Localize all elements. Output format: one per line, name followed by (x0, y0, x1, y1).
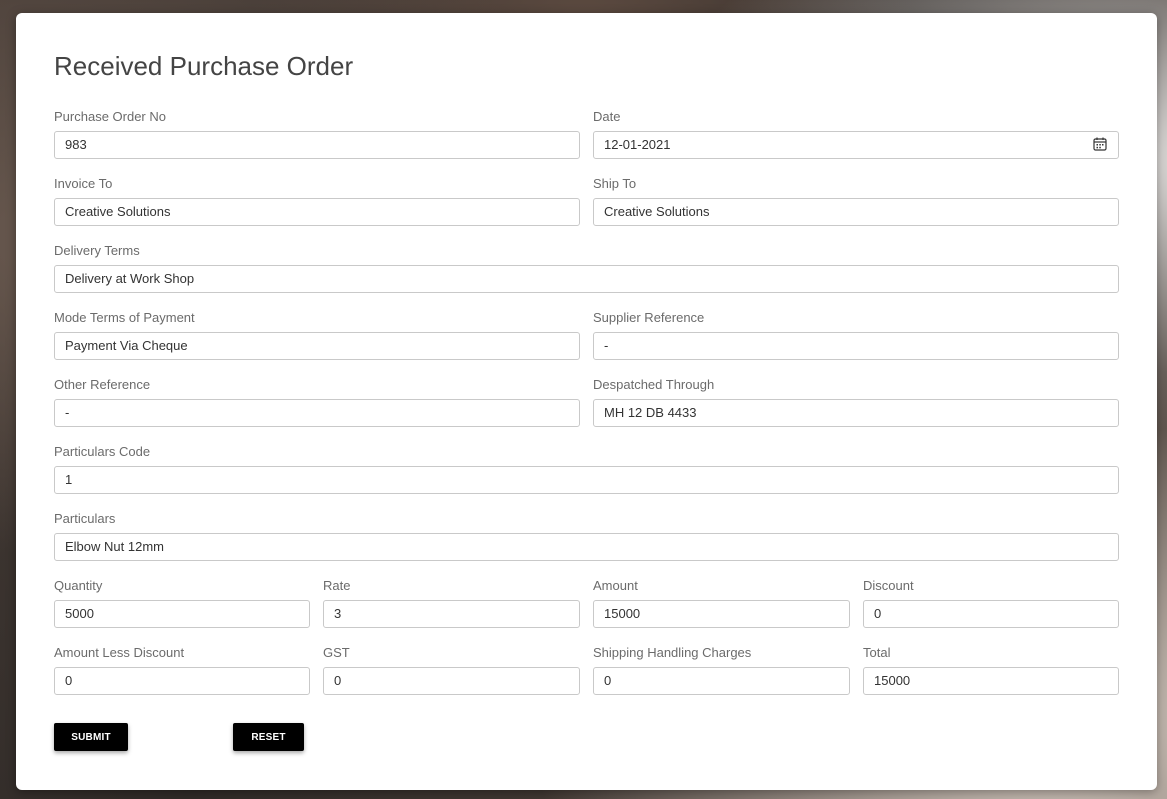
particulars-input[interactable]: Elbow Nut 12mm (54, 533, 1119, 561)
shipping-handling-group: Shipping Handling Charges 0 (593, 645, 850, 695)
total-input[interactable]: 15000 (863, 667, 1119, 695)
discount-label: Discount (863, 578, 914, 593)
submit-button[interactable]: SUBMIT (54, 723, 128, 751)
invoice-to-input[interactable]: Creative Solutions (54, 198, 580, 226)
other-reference-label: Other Reference (54, 377, 151, 392)
gst-label: GST (323, 645, 350, 660)
purchase-order-no-group: Purchase Order No 983 (54, 109, 580, 159)
gst-group: GST 0 (323, 645, 580, 695)
amount-less-discount-group: Amount Less Discount 0 (54, 645, 310, 695)
ship-to-input[interactable]: Creative Solutions (593, 198, 1119, 226)
quantity-label: Quantity (54, 578, 103, 593)
rate-label: Rate (323, 578, 351, 593)
purchase-order-no-label: Purchase Order No (54, 109, 166, 124)
purchase-order-no-input[interactable]: 983 (54, 131, 580, 159)
other-reference-group: Other Reference - (54, 377, 580, 427)
mode-terms-payment-input[interactable]: Payment Via Cheque (54, 332, 580, 360)
amount-less-discount-input[interactable]: 0 (54, 667, 310, 695)
ship-to-label: Ship To (593, 176, 637, 191)
delivery-terms-label: Delivery Terms (54, 243, 140, 258)
rate-group: Rate 3 (323, 578, 580, 628)
other-reference-input[interactable]: - (54, 399, 580, 427)
discount-input[interactable]: 0 (863, 600, 1119, 628)
particulars-code-group: Particulars Code 1 (54, 444, 1119, 494)
gst-input[interactable]: 0 (323, 667, 580, 695)
date-label: Date (593, 109, 621, 124)
rate-input[interactable]: 3 (323, 600, 580, 628)
mode-terms-payment-group: Mode Terms of Payment Payment Via Cheque (54, 310, 580, 360)
discount-group: Discount 0 (863, 578, 1119, 628)
amount-group: Amount 15000 (593, 578, 850, 628)
despatched-through-group: Despatched Through MH 12 DB 4433 (593, 377, 1119, 427)
supplier-reference-label: Supplier Reference (593, 310, 705, 325)
particulars-label: Particulars (54, 511, 116, 526)
despatched-through-input[interactable]: MH 12 DB 4433 (593, 399, 1119, 427)
particulars-code-input[interactable]: 1 (54, 466, 1119, 494)
date-group: Date 12-01-2021 (593, 109, 1119, 159)
total-group: Total 15000 (863, 645, 1119, 695)
amount-label: Amount (593, 578, 638, 593)
calendar-icon[interactable] (1093, 137, 1107, 151)
purchase-order-form: Received Purchase Order Purchase Order N… (16, 13, 1157, 790)
invoice-to-group: Invoice To Creative Solutions (54, 176, 580, 226)
particulars-code-label: Particulars Code (54, 444, 151, 459)
quantity-group: Quantity 5000 (54, 578, 310, 628)
amount-input[interactable]: 15000 (593, 600, 850, 628)
delivery-terms-group: Delivery Terms Delivery at Work Shop (54, 243, 1119, 293)
invoice-to-label: Invoice To (54, 176, 113, 191)
reset-button[interactable]: RESET (233, 723, 304, 751)
date-input[interactable]: 12-01-2021 (593, 131, 1119, 159)
supplier-reference-group: Supplier Reference - (593, 310, 1119, 360)
particulars-group: Particulars Elbow Nut 12mm (54, 511, 1119, 561)
amount-less-discount-label: Amount Less Discount (54, 645, 185, 660)
quantity-input[interactable]: 5000 (54, 600, 310, 628)
ship-to-group: Ship To Creative Solutions (593, 176, 1119, 226)
page-title: Received Purchase Order (54, 51, 354, 81)
total-label: Total (863, 645, 891, 660)
mode-terms-payment-label: Mode Terms of Payment (54, 310, 195, 325)
supplier-reference-input[interactable]: - (593, 332, 1119, 360)
shipping-handling-input[interactable]: 0 (593, 667, 850, 695)
despatched-through-label: Despatched Through (593, 377, 715, 392)
shipping-handling-label: Shipping Handling Charges (593, 645, 752, 660)
delivery-terms-input[interactable]: Delivery at Work Shop (54, 265, 1119, 293)
